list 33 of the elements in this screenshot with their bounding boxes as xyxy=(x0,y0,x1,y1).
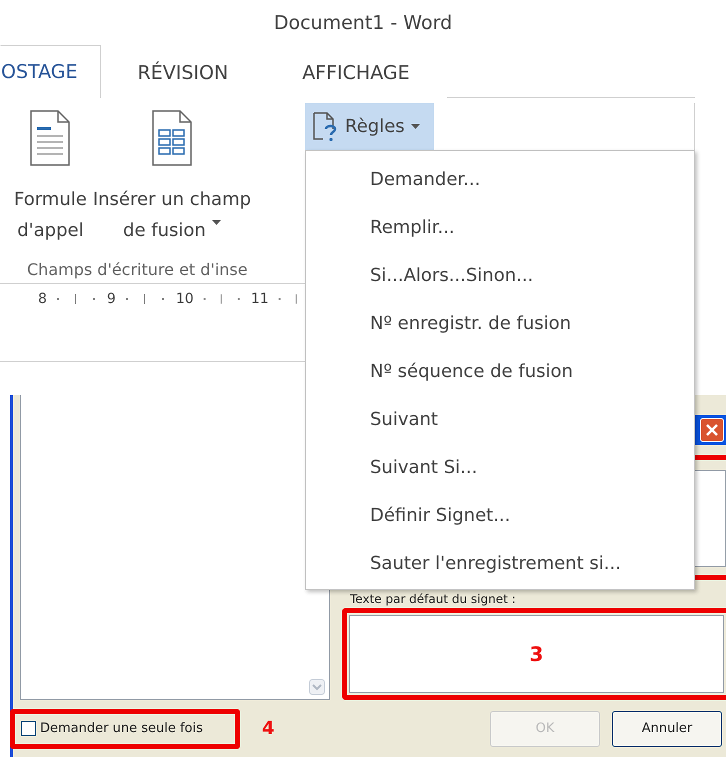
ruler-number: 9 xyxy=(106,291,116,307)
callout-number: 3 xyxy=(530,642,544,666)
callout-number: 4 xyxy=(262,718,275,739)
menu-item[interactable]: Nº séquence de fusion xyxy=(306,347,694,395)
checkbox[interactable] xyxy=(21,721,36,736)
window-title: Document1 - Word xyxy=(272,10,454,36)
menu-item[interactable]: Si...Alors...Sinon... xyxy=(306,251,694,299)
rules-button[interactable]: Règles xyxy=(305,103,434,150)
close-button[interactable] xyxy=(700,418,724,442)
ruler-number: 8 xyxy=(38,291,47,307)
ruler-number: 11 xyxy=(250,291,269,307)
menu-item[interactable]: Sauter l'enregistrement si... xyxy=(306,539,694,587)
ribbon-tab[interactable]: RÉVISION xyxy=(100,46,266,98)
dialog-button[interactable]: Annuler xyxy=(612,710,722,746)
ribbon-button[interactable]: Insérer un champ de fusion xyxy=(92,110,252,246)
field-label: Texte par défaut du signet : xyxy=(349,591,517,608)
ribbon-tab[interactable]: OSTAGE xyxy=(0,45,101,98)
menu-item[interactable]: Remplir... xyxy=(306,203,694,251)
menu-item[interactable]: Demander... xyxy=(306,155,694,203)
close-icon xyxy=(706,424,718,436)
group-label: Champs d'écriture et d'inse xyxy=(26,259,249,279)
table-document-icon xyxy=(152,110,192,166)
ruler-number: 10 xyxy=(176,291,194,307)
caret-icon xyxy=(410,124,420,129)
question-document-icon xyxy=(313,112,339,142)
checkbox-label[interactable]: Demander une seule fois xyxy=(40,721,203,736)
menu-item[interactable]: Nº enregistr. de fusion xyxy=(306,299,694,347)
default-text-field[interactable]: 3 xyxy=(349,615,724,693)
menu-item[interactable]: Suivant Si... xyxy=(306,443,694,491)
menu-item[interactable]: Suivant xyxy=(306,395,694,443)
letter-document-icon xyxy=(30,110,70,166)
ribbon-button[interactable]: Formule d'appel xyxy=(14,110,87,246)
menu-item[interactable]: Définir Signet... xyxy=(306,491,694,539)
